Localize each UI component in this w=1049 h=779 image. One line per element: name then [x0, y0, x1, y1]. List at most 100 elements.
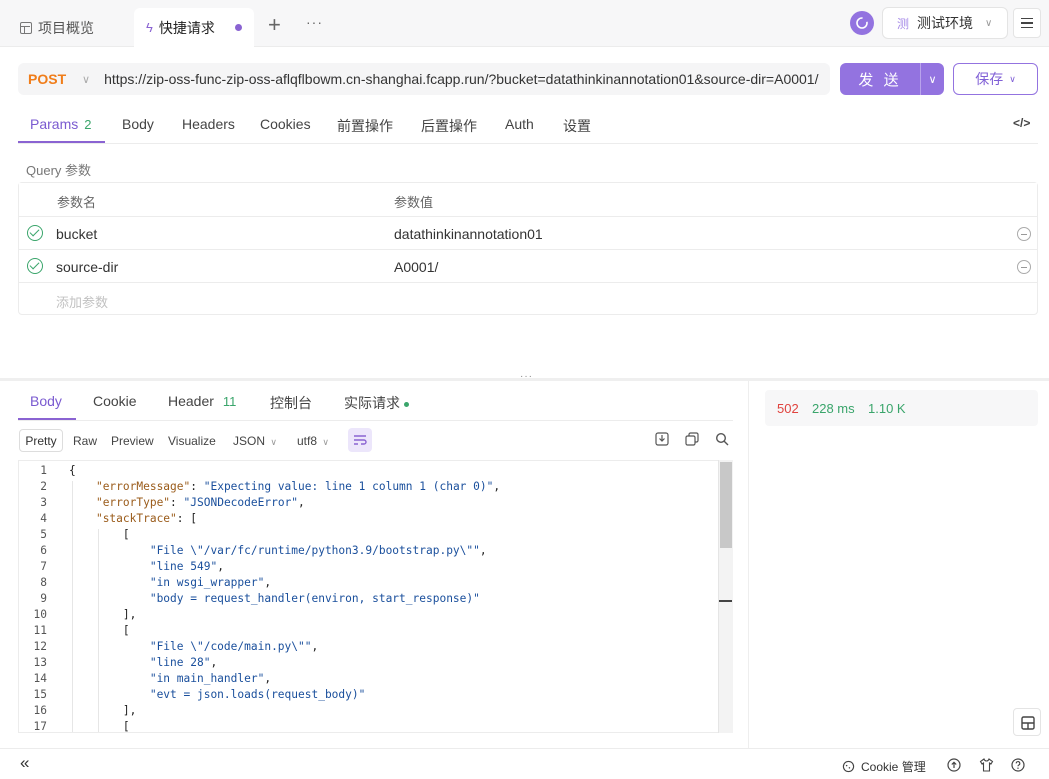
upload-icon[interactable] — [947, 758, 961, 775]
response-type-select[interactable]: JSON ∨ — [233, 434, 277, 448]
tab-label: Header — [168, 393, 214, 409]
indent-guide — [98, 529, 99, 732]
response-size: 1.10 K — [868, 401, 906, 416]
param-name[interactable]: bucket — [56, 226, 97, 242]
sync-icon[interactable] — [850, 11, 874, 35]
select-value: JSON — [233, 434, 266, 448]
env-label: 测试环境 — [917, 15, 974, 31]
tab-label: 实际请求 — [344, 395, 400, 411]
tab-body[interactable]: Body — [122, 116, 154, 132]
visualize-button[interactable]: Visualize — [168, 434, 216, 448]
divider — [18, 143, 1038, 144]
param-name[interactable]: source-dir — [56, 259, 118, 275]
col-header-name: 参数名 — [57, 195, 97, 210]
preview-button[interactable]: Preview — [111, 434, 154, 448]
send-button-group: 发 送 ∨ — [840, 63, 944, 95]
scroll-marker — [719, 600, 732, 602]
param-value[interactable]: A0001/ — [394, 259, 438, 275]
pretty-button[interactable]: Pretty — [19, 429, 63, 452]
chevron-down-icon[interactable]: ∨ — [82, 73, 90, 86]
response-body-viewer[interactable]: 1 {2 "errorMessage": "Expecting value: li… — [18, 460, 733, 733]
environment-select[interactable]: 测 测试环境 ∨ — [882, 7, 1008, 39]
tab-response-header[interactable]: Header 11 — [168, 393, 236, 409]
lightning-icon: ϟ — [146, 20, 153, 35]
code-line: [ — [69, 624, 130, 637]
params-count-badge: 2 — [84, 117, 92, 132]
code-line: "File \"/var/fc/runtime/python3.9/bootst… — [149, 544, 487, 557]
code-line: [ — [69, 720, 130, 733]
shirt-icon[interactable] — [979, 758, 994, 775]
tab-quick-request[interactable]: ϟ 快捷请求 — [134, 8, 254, 47]
indent-guide — [72, 481, 73, 732]
encoding-select[interactable]: utf8 ∨ — [297, 434, 329, 448]
param-value[interactable]: datathinkinannotation01 — [394, 226, 543, 242]
status-code: 502 — [777, 401, 799, 416]
chevron-down-icon: ∨ — [270, 437, 277, 447]
line-number: 13 — [33, 656, 47, 669]
drag-handle-icon[interactable]: ··· — [520, 371, 533, 382]
word-wrap-icon[interactable] — [348, 428, 372, 452]
query-params-table: 参数名 参数值 bucket datathinkinannotation01 s… — [18, 182, 1038, 315]
method-select[interactable]: POST — [28, 71, 74, 87]
scrollbar-thumb[interactable] — [720, 462, 732, 548]
cookie-management-button[interactable]: Cookie 管理 — [842, 758, 926, 775]
code-line: "line 549", — [149, 560, 224, 573]
enabled-check-icon[interactable] — [27, 258, 43, 274]
code-line: ], — [69, 704, 137, 717]
more-tabs-button[interactable]: ··· — [306, 14, 323, 30]
add-param-row[interactable]: 添加参数 — [19, 282, 1037, 315]
tab-response-cookie[interactable]: Cookie — [93, 393, 137, 409]
panel-divider — [748, 381, 749, 748]
code-line: "errorMessage": "Expecting value: line 1… — [95, 480, 501, 493]
tab-label: Params — [30, 116, 79, 132]
line-number: 8 — [40, 576, 47, 589]
chevron-down-icon: ∨ — [985, 17, 993, 29]
collapse-sidebar-icon[interactable]: « — [20, 753, 29, 773]
enabled-check-icon[interactable] — [27, 225, 43, 241]
download-icon[interactable] — [655, 432, 669, 449]
tab-headers[interactable]: Headers — [182, 116, 235, 132]
url-input[interactable]: https://zip-oss-func-zip-oss-aflqflbowm.… — [104, 71, 824, 87]
table-header-row: 参数名 参数值 — [19, 183, 1037, 216]
search-icon[interactable] — [715, 432, 729, 449]
tab-cookies[interactable]: Cookies — [260, 116, 311, 132]
line-number: 6 — [40, 544, 47, 557]
tab-label: 项目概览 — [38, 19, 94, 36]
tab-auth[interactable]: Auth — [505, 116, 534, 132]
code-icon[interactable]: </> — [1013, 116, 1030, 130]
line-number: 1 — [40, 464, 47, 477]
copy-icon[interactable] — [685, 432, 699, 449]
tab-actual-request[interactable]: 实际请求 — [344, 393, 409, 413]
tab-console[interactable]: 控制台 — [270, 393, 312, 413]
code-line: "in wsgi_wrapper", — [149, 576, 272, 589]
help-icon[interactable] — [1011, 758, 1025, 775]
remove-icon[interactable] — [1017, 227, 1031, 241]
response-time: 228 ms — [812, 401, 855, 416]
response-status-bar: 502 228 ms 1.10 K — [765, 390, 1038, 426]
line-number: 15 — [33, 688, 47, 701]
send-options-chevron-icon[interactable]: ∨ — [921, 73, 944, 86]
tab-label: 快捷请求 — [158, 19, 215, 36]
tab-response-body[interactable]: Body — [30, 393, 62, 409]
select-value: utf8 — [297, 434, 318, 448]
save-button[interactable]: 保存 ∨ — [953, 63, 1038, 95]
add-tab-button[interactable]: + — [268, 12, 281, 38]
code-line: "evt = json.loads(request_body)" — [149, 688, 366, 701]
layout-toggle-button[interactable] — [1013, 708, 1041, 736]
tab-post-ops[interactable]: 后置操作 — [421, 116, 477, 136]
send-button[interactable]: 发 送 — [840, 69, 920, 90]
hamburger-icon — [1021, 18, 1033, 28]
add-param-placeholder: 添加参数 — [56, 295, 109, 310]
tab-params[interactable]: Params 2 — [30, 116, 91, 132]
scrollbar[interactable] — [718, 460, 733, 733]
chevron-down-icon: ∨ — [322, 437, 329, 447]
tab-project-overview[interactable]: 项目概览 — [20, 8, 94, 47]
line-number: 4 — [40, 512, 47, 525]
remove-icon[interactable] — [1017, 260, 1031, 274]
menu-button[interactable] — [1013, 8, 1041, 38]
raw-button[interactable]: Raw — [73, 434, 97, 448]
tab-pre-ops[interactable]: 前置操作 — [337, 116, 393, 136]
line-number: 17 — [33, 720, 47, 733]
code-line: "stackTrace": [ — [95, 512, 197, 525]
tab-settings[interactable]: 设置 — [563, 116, 591, 136]
